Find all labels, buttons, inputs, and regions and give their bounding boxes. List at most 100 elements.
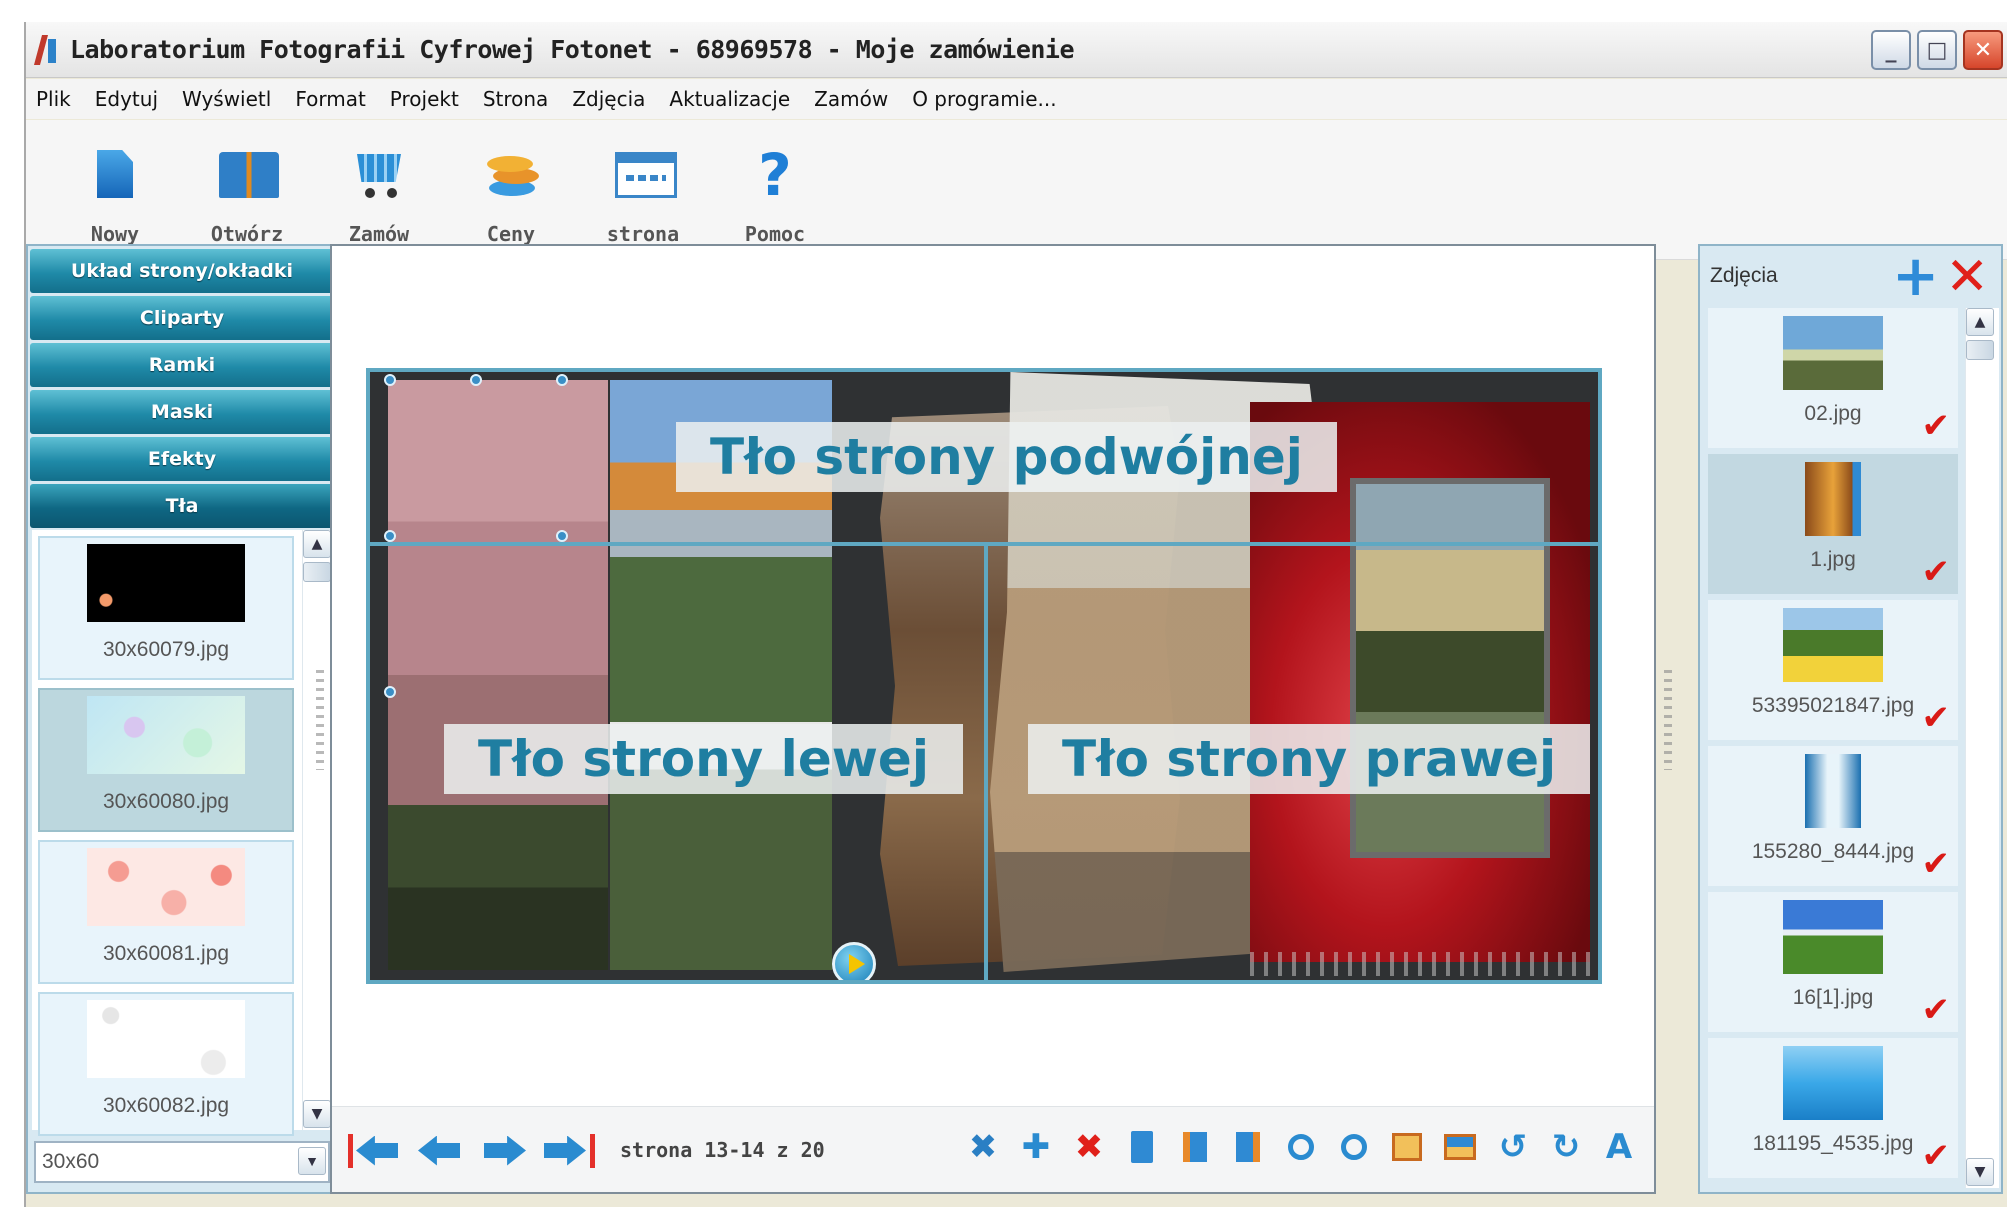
section-effects[interactable]: Efekty bbox=[30, 437, 334, 481]
resize-handle[interactable] bbox=[384, 374, 396, 386]
left-photo-collage[interactable] bbox=[388, 380, 608, 970]
page-right-icon[interactable] bbox=[1227, 1125, 1269, 1169]
list-item[interactable]: 16[1].jpg ✔ bbox=[1708, 892, 1958, 1032]
next-page-button[interactable] bbox=[476, 1126, 534, 1174]
rotate-right-icon[interactable]: ↻ bbox=[1545, 1125, 1587, 1169]
section-backgrounds[interactable]: Tła bbox=[30, 484, 334, 528]
photo-thumbnail bbox=[1783, 900, 1883, 974]
photo-thumbnail bbox=[1783, 316, 1883, 390]
scroll-thumb[interactable] bbox=[303, 562, 331, 582]
list-item[interactable]: 02.jpg ✔ bbox=[1708, 308, 1958, 448]
right-splitter-handle[interactable] bbox=[1664, 670, 1672, 770]
scroll-up-icon[interactable]: ▲ bbox=[1966, 308, 1994, 336]
photo-thumbnail bbox=[1805, 754, 1861, 828]
photo-list-scrollbar[interactable]: ▲ ▼ bbox=[1965, 308, 1999, 1188]
photo-thumbnail bbox=[1783, 1046, 1883, 1120]
previous-page-button[interactable] bbox=[410, 1126, 468, 1174]
zoom-in-icon[interactable] bbox=[1280, 1125, 1322, 1169]
list-item[interactable]: 53395021847.jpg ✔ bbox=[1708, 600, 1958, 740]
list-item[interactable]: 155280_8444.jpg ✔ bbox=[1708, 746, 1958, 886]
help-icon: ? bbox=[758, 141, 792, 209]
list-item[interactable]: 30x60079.jpg bbox=[38, 536, 294, 680]
page-icon[interactable] bbox=[1121, 1125, 1163, 1169]
arrow-left-icon bbox=[356, 1135, 398, 1166]
open-button[interactable]: Otwórz bbox=[196, 120, 298, 250]
menu-strona[interactable]: Strona bbox=[483, 87, 549, 111]
left-page-background-label: Tło strony lewej bbox=[444, 724, 963, 794]
zoom-out-icon[interactable] bbox=[1333, 1125, 1375, 1169]
minimize-button[interactable]: _ bbox=[1871, 30, 1911, 70]
resize-handle[interactable] bbox=[470, 374, 482, 386]
tools-icon[interactable]: ✖ bbox=[962, 1125, 1004, 1169]
last-page-button[interactable] bbox=[542, 1126, 600, 1174]
resize-handle[interactable] bbox=[556, 530, 568, 542]
photo-thumbnail bbox=[1783, 608, 1883, 682]
used-check-icon: ✔ bbox=[1921, 844, 1951, 884]
section-layout[interactable]: Układ strony/okładki bbox=[30, 249, 334, 293]
section-cliparts[interactable]: Cliparty bbox=[30, 296, 334, 340]
menu-edytuj[interactable]: Edytuj bbox=[95, 87, 158, 111]
scroll-up-icon[interactable]: ▲ bbox=[303, 530, 331, 558]
page-canvas: Tło strony podwójnej Tło strony lewej Tł… bbox=[330, 244, 1656, 1194]
scroll-down-icon[interactable]: ▼ bbox=[303, 1100, 331, 1128]
add-page-icon[interactable]: ✚ bbox=[1015, 1125, 1057, 1169]
photo-list: 02.jpg ✔ 1.jpg ✔ 53395021847.jpg ✔ 15528… bbox=[1708, 308, 1958, 1188]
play-badge-icon[interactable] bbox=[832, 942, 876, 980]
list-item[interactable]: 1.jpg ✔ bbox=[1708, 454, 1958, 594]
arrow-right-icon bbox=[544, 1135, 586, 1166]
size-select[interactable]: 30x60 ▼ bbox=[34, 1141, 330, 1183]
scroll-down-icon[interactable]: ▼ bbox=[1966, 1158, 1994, 1186]
used-check-icon: ✔ bbox=[1921, 1136, 1951, 1176]
fit-page-icon[interactable] bbox=[1386, 1125, 1428, 1169]
resize-handle[interactable] bbox=[384, 530, 396, 542]
vertical-page-guide bbox=[984, 542, 988, 980]
background-label: 30x60079.jpg bbox=[102, 638, 230, 661]
menu-o-programie[interactable]: O programie... bbox=[912, 87, 1056, 111]
remove-photo-icon[interactable]: ✕ bbox=[1945, 251, 1989, 303]
page-navigation-bar: strona 13-14 z 20 ✖ ✚ ✖ ↺ ↻ A bbox=[332, 1106, 1654, 1192]
resize-handle[interactable] bbox=[556, 374, 568, 386]
list-item[interactable]: 30x60081.jpg bbox=[38, 840, 294, 984]
background-label: 30x60081.jpg bbox=[102, 942, 230, 965]
rotate-left-icon[interactable]: ↺ bbox=[1492, 1125, 1534, 1169]
background-label: 30x60080.jpg bbox=[102, 790, 230, 813]
delete-page-icon[interactable]: ✖ bbox=[1068, 1125, 1110, 1169]
new-button[interactable]: Nowy bbox=[64, 120, 166, 250]
menu-plik[interactable]: Plik bbox=[36, 87, 71, 111]
text-tool-icon[interactable]: A bbox=[1598, 1125, 1640, 1169]
add-photo-icon[interactable]: + bbox=[1892, 249, 1939, 305]
photos-panel-title: Zdjęcia bbox=[1710, 264, 1778, 287]
list-item[interactable]: 181195_4535.jpg ✔ bbox=[1708, 1038, 1958, 1178]
section-frames[interactable]: Ramki bbox=[30, 343, 334, 387]
website-button[interactable]: strona bbox=[592, 120, 694, 250]
page-left-icon[interactable] bbox=[1174, 1125, 1216, 1169]
scroll-thumb[interactable] bbox=[1966, 340, 1994, 360]
menu-aktualizacje[interactable]: Aktualizacje bbox=[669, 87, 790, 111]
resize-handle[interactable] bbox=[384, 686, 396, 698]
menu-zamow[interactable]: Zamów bbox=[814, 87, 888, 111]
window-title: Laboratorium Fotografii Cyfrowej Fotonet… bbox=[70, 35, 1075, 64]
framed-landscape-photo[interactable] bbox=[1350, 478, 1550, 858]
menu-zdjecia[interactable]: Zdjęcia bbox=[572, 87, 645, 111]
page-spread[interactable]: Tło strony podwójnej Tło strony lewej Tł… bbox=[366, 368, 1602, 984]
photo-thumbnail bbox=[1805, 462, 1861, 536]
order-button[interactable]: Zamów bbox=[328, 120, 430, 250]
list-item[interactable]: 30x60082.jpg bbox=[38, 992, 294, 1136]
close-button[interactable]: ✕ bbox=[1963, 30, 2003, 70]
section-masks[interactable]: Maski bbox=[30, 390, 334, 434]
chevron-down-icon[interactable]: ▼ bbox=[298, 1147, 326, 1175]
help-button[interactable]: ? Pomoc bbox=[724, 120, 826, 250]
background-list-scrollbar[interactable]: ▲ ▼ bbox=[302, 530, 332, 1130]
menu-projekt[interactable]: Projekt bbox=[390, 87, 459, 111]
new-button-label: Nowy bbox=[90, 222, 140, 246]
menu-format[interactable]: Format bbox=[295, 87, 365, 111]
maximize-button[interactable]: □ bbox=[1917, 30, 1957, 70]
prices-button[interactable]: Ceny bbox=[460, 120, 562, 250]
new-document-icon bbox=[87, 148, 143, 202]
first-page-button[interactable] bbox=[344, 1126, 402, 1174]
list-item[interactable]: 30x60080.jpg bbox=[38, 688, 294, 832]
arrow-right-icon bbox=[484, 1135, 526, 1166]
menu-wyswietl[interactable]: Wyświetl bbox=[182, 87, 271, 111]
left-splitter-handle[interactable] bbox=[316, 670, 324, 770]
fit-width-icon[interactable] bbox=[1439, 1125, 1481, 1169]
